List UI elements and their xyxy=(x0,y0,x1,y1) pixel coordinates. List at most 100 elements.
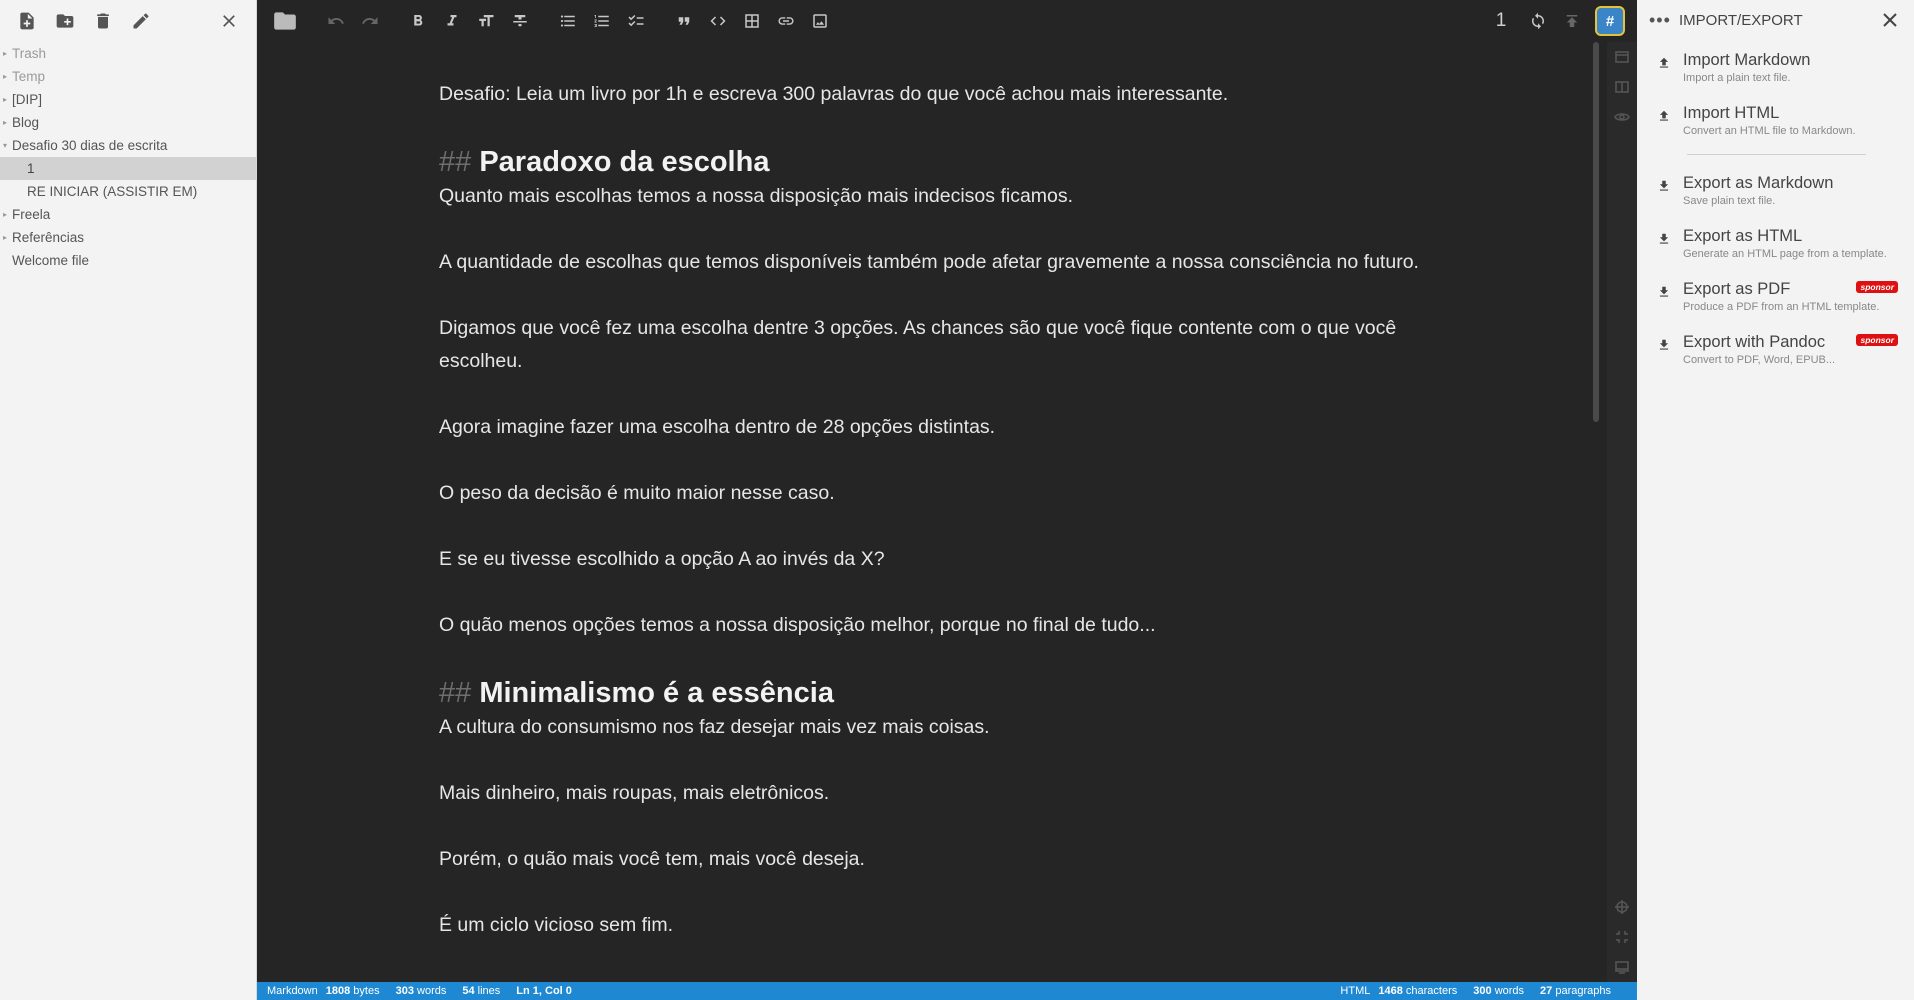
undo-button[interactable] xyxy=(319,4,353,38)
export-as-html-item[interactable]: Export as HTML Generate an HTML page from… xyxy=(1637,216,1914,269)
focus-mode-button[interactable] xyxy=(1607,922,1637,952)
heading-button[interactable] xyxy=(469,4,503,38)
paragraph: É um ciclo vicioso sem fim. xyxy=(439,914,674,936)
image-button[interactable] xyxy=(803,4,837,38)
scroll-sync-button[interactable] xyxy=(1607,892,1637,922)
folder-caret-icon[interactable]: ▸ xyxy=(3,226,7,249)
tree-item-label: 1 xyxy=(27,161,35,176)
navigation-bar: 1 # xyxy=(257,0,1637,42)
panel-header: ••• IMPORT/EXPORT xyxy=(1637,0,1914,40)
export-as-pdf-item[interactable]: Export as PDF Produce a PDF from an HTML … xyxy=(1637,269,1914,322)
notification-count[interactable]: 1 xyxy=(1481,10,1521,32)
folder-caret-icon[interactable]: ▸ xyxy=(3,42,7,65)
characters-count: 1468 characters xyxy=(1378,985,1458,997)
italic-button[interactable] xyxy=(435,4,469,38)
link-button[interactable] xyxy=(769,4,803,38)
tree-item-label: RE INICIAR (ASSISTIR EM) xyxy=(27,184,198,199)
table-icon xyxy=(745,14,759,28)
folder-caret-icon[interactable]: ▸ xyxy=(3,111,7,134)
side-toolbar-bottom xyxy=(1607,892,1637,982)
tree-item[interactable]: ▸ Trash xyxy=(0,42,256,65)
tree-item[interactable]: ▸ [DIP] xyxy=(0,88,256,111)
image-icon xyxy=(813,14,827,28)
tree-item[interactable]: 1 xyxy=(0,157,256,180)
tree-item[interactable]: ▾ Desafio 30 dias de escrita xyxy=(0,134,256,157)
close-explorer-button[interactable] xyxy=(210,2,248,40)
heading-text: Paradoxo da escolha xyxy=(479,146,770,178)
section-heading: ## Paradoxo da escolha xyxy=(439,144,1449,180)
new-folder-button[interactable] xyxy=(46,2,84,40)
download-icon xyxy=(1659,286,1669,297)
numbered-list-icon xyxy=(594,15,609,27)
paragraph: A cultura do consumismo nos faz desejar … xyxy=(439,716,990,738)
import-html-item[interactable]: Import HTML Convert an HTML file to Markd… xyxy=(1637,93,1914,146)
tree-item-label: Trash xyxy=(12,46,47,61)
lines-count: 54 lines xyxy=(462,985,501,997)
download-icon xyxy=(1659,180,1669,191)
menu-item-label: Import Markdown xyxy=(1683,51,1811,69)
numbered-list-button[interactable] xyxy=(585,4,619,38)
file-tree: ▸ Trash ▸ Temp ▸ [DIP] ▸ Blog ▾ Desafio 30 dias d… xyxy=(0,42,256,272)
close-panel-button[interactable] xyxy=(1878,8,1902,32)
new-file-button[interactable] xyxy=(8,2,46,40)
section-heading: ## Minimalismo é a essência xyxy=(439,675,1449,711)
checklist-button[interactable] xyxy=(619,4,653,38)
link-icon xyxy=(778,17,794,25)
markdown-toggle-button[interactable]: # xyxy=(1595,6,1625,36)
words-count: 303 words xyxy=(395,985,447,997)
scrollbar-thumb[interactable] xyxy=(1593,42,1599,422)
bullet-list-icon xyxy=(560,15,575,27)
toggle-side-bar-button[interactable] xyxy=(1607,42,1637,72)
toggle-explorer-button[interactable] xyxy=(265,4,305,38)
bold-button[interactable] xyxy=(401,4,435,38)
export-as-markdown-item[interactable]: Export as Markdown Save plain text file. xyxy=(1637,163,1914,216)
import-markdown-item[interactable]: Import Markdown Import a plain text file. xyxy=(1637,40,1914,93)
folder-caret-icon[interactable]: ▾ xyxy=(3,134,7,157)
side-toolbar xyxy=(1607,42,1637,982)
tree-item[interactable]: Welcome file xyxy=(0,249,256,272)
folder-caret-icon[interactable]: ▸ xyxy=(3,203,7,226)
toggle-split-button[interactable] xyxy=(1607,72,1637,102)
document-content[interactable]: Desafio: Leia um livro por 1h e escreva … xyxy=(439,78,1449,975)
editor-scrollbar[interactable] xyxy=(1593,42,1599,982)
folder-icon xyxy=(274,12,296,30)
status-bar-toggle-button[interactable] xyxy=(1607,952,1637,982)
export-with-pandoc-item[interactable]: Export with Pandoc Convert to PDF, Word, … xyxy=(1637,322,1914,375)
tree-item[interactable]: ▸ Temp xyxy=(0,65,256,88)
folder-caret-icon[interactable]: ▸ xyxy=(3,65,7,88)
paragraph: Digamos que você fez uma escolha dentre … xyxy=(439,317,1397,372)
paragraph: Agora imagine fazer uma escolha dentro d… xyxy=(439,416,996,438)
paragraph: O peso da decisão é muito maior nesse ca… xyxy=(439,482,835,504)
trash-icon xyxy=(97,13,109,29)
strikethrough-icon xyxy=(513,15,527,27)
menu-item-label: Export as HTML xyxy=(1683,227,1803,245)
toggle-preview-button[interactable] xyxy=(1607,102,1637,132)
tree-item[interactable]: ▸ Referências xyxy=(0,226,256,249)
quote-button[interactable] xyxy=(667,4,701,38)
bullet-list-button[interactable] xyxy=(551,4,585,38)
focus-icon xyxy=(1616,931,1628,943)
section-1-body: Quanto mais escolhas temos a nossa dispo… xyxy=(439,180,1449,642)
section-2-body: A cultura do consumismo nos faz desejar … xyxy=(439,711,1449,942)
redo-button[interactable] xyxy=(353,4,387,38)
tree-item[interactable]: ▸ Blog xyxy=(0,111,256,134)
editor-mode: Markdown xyxy=(267,985,318,997)
code-button[interactable] xyxy=(701,4,735,38)
strikethrough-button[interactable] xyxy=(503,4,537,38)
more-menu-icon[interactable]: ••• xyxy=(1649,10,1679,31)
tree-item[interactable]: ▸ Freela xyxy=(0,203,256,226)
menu-item-description: Convert to PDF, Word, EPUB... xyxy=(1683,354,1836,366)
publish-button[interactable] xyxy=(1555,4,1589,38)
rename-button[interactable] xyxy=(122,2,160,40)
text-size-icon xyxy=(479,15,494,27)
menu-item-label: Import HTML xyxy=(1683,104,1780,122)
delete-button[interactable] xyxy=(84,2,122,40)
table-button[interactable] xyxy=(735,4,769,38)
preview-mode: HTML xyxy=(1340,985,1371,997)
sync-button[interactable] xyxy=(1521,4,1555,38)
paragraphs-count: 27 paragraphs xyxy=(1540,985,1611,997)
folder-caret-icon[interactable]: ▸ xyxy=(3,88,7,111)
tree-item[interactable]: RE INICIAR (ASSISTIR EM) xyxy=(0,180,256,203)
explorer-toolbar xyxy=(0,0,256,42)
tree-item-label: Welcome file xyxy=(12,253,90,268)
